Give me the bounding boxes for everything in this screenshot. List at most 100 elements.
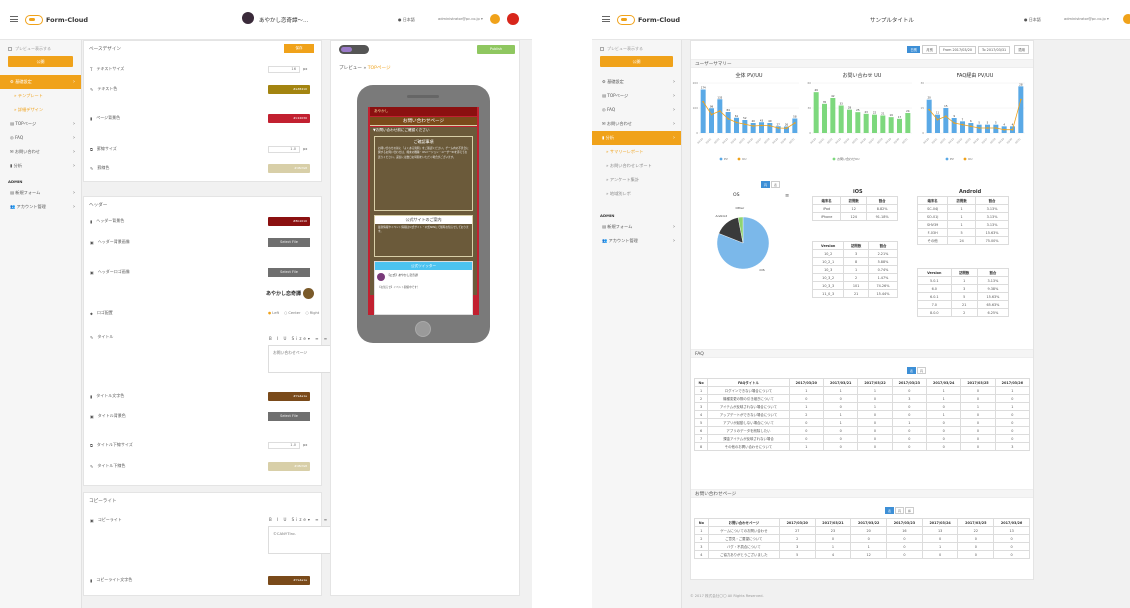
table-cell: 101 xyxy=(843,281,869,290)
app-logo[interactable]: Form-Cloud xyxy=(25,14,88,25)
sidebar-item-detail-design[interactable]: » 詳細デザイン xyxy=(0,103,81,117)
language-selector[interactable]: ● 日本語 xyxy=(1024,17,1041,23)
menu-toggle-icon[interactable] xyxy=(602,16,610,22)
table-view-tab[interactable]: 表 xyxy=(907,367,916,374)
table-cell: 1 xyxy=(857,386,893,395)
app-logo[interactable]: Form-Cloud xyxy=(617,14,680,25)
twitter-widget[interactable]: 公式ツイッター 【公式】あやかし恋奇譚 【お知らせ】イベント開催中です！ xyxy=(374,261,473,315)
monthly-tab[interactable]: 月別 xyxy=(922,45,937,54)
sidebar-item-new-form[interactable]: ▤ 新規フォーム › xyxy=(592,220,681,234)
sidebar-item-inquiry-report[interactable]: » お問い合わせレポート xyxy=(592,159,681,173)
base-design-card: ベースデザイン 保存 T テキストサイズ 16 px ✎ テキスト色 #a384… xyxy=(83,40,322,182)
table-cell: 0 xyxy=(788,394,825,403)
title-border-size-input[interactable]: 1.0 xyxy=(268,442,300,449)
bar-view-tab[interactable]: 棒 xyxy=(905,507,914,514)
bar xyxy=(888,117,894,133)
page-bg-color-picker[interactable]: #c22030 xyxy=(268,114,310,123)
apply-button[interactable]: 適用 xyxy=(1014,45,1029,54)
sidebar-item-region-report[interactable]: » 地域別レポ xyxy=(592,187,681,201)
title-border-color-picker[interactable]: #d8cfa8 xyxy=(268,462,310,471)
table-header-row: 端末名 訪問数 割合 xyxy=(811,196,898,205)
table-cell: 21 xyxy=(950,300,978,309)
bar xyxy=(717,99,723,133)
save-button[interactable]: 保存 xyxy=(284,44,314,53)
breadcrumb-root[interactable]: プレビュー xyxy=(339,66,362,71)
text-size-input[interactable]: 16 xyxy=(268,66,300,73)
field-label: タイトル背景色 xyxy=(97,413,126,418)
table-view-tab[interactable]: 表 xyxy=(771,181,780,188)
title-color-picker[interactable]: #7a4a1a xyxy=(268,392,310,401)
notification-icon[interactable] xyxy=(490,14,500,24)
table-row: SC-04J 1 3.13% xyxy=(916,204,1009,213)
publish-preview-button[interactable]: Publish xyxy=(477,45,515,54)
sidebar-item-faq[interactable]: ◎ FAQ › xyxy=(592,103,681,117)
header-bg-file-button[interactable]: Select File xyxy=(268,238,310,247)
line-point xyxy=(752,125,755,127)
user-menu[interactable]: administrator@pc.co.jp ▾ xyxy=(438,17,483,21)
x-tick-label: 03/23 xyxy=(948,137,955,144)
logo-emblem-icon xyxy=(303,288,315,299)
chat-icon[interactable] xyxy=(507,13,519,25)
x-tick-label: 03/26 xyxy=(747,137,754,144)
text-color-picker[interactable]: #a38410 xyxy=(268,85,310,94)
notification-icon[interactable] xyxy=(1123,14,1130,24)
logo-align-radio-group: ● Left ○ Center ○ Right xyxy=(268,311,319,315)
from-field[interactable]: From 2017/03/20 xyxy=(938,45,977,54)
daily-tab[interactable]: 日別 xyxy=(907,46,921,53)
to-field[interactable]: To 2017/03/31 xyxy=(978,45,1011,54)
sidebar-item-new-form[interactable]: ▤ 新規フォーム › xyxy=(0,186,81,200)
table-view-tab[interactable]: 表 xyxy=(885,507,894,514)
preview-toggle[interactable]: プレビュー表示する xyxy=(8,46,73,52)
sidebar-item-faq[interactable]: ◎ FAQ › xyxy=(0,131,81,145)
sidebar-item-accounts[interactable]: 👥 アカウント管理 › xyxy=(0,200,81,214)
header-bg-color-picker[interactable]: #8b1010 xyxy=(268,217,310,226)
pie-view-tab[interactable]: 円 xyxy=(895,507,904,514)
menu-toggle-icon[interactable] xyxy=(10,16,18,22)
table-row: 8 その他のお問い合わせについて 1 0 0 0 0 0 3 xyxy=(693,442,1031,451)
preview-toggle[interactable]: プレビュー表示する xyxy=(600,46,673,52)
sidebar-item-analytics[interactable]: ▮ 分析 › xyxy=(0,159,81,173)
legend-marker xyxy=(963,157,967,161)
align-left-radio[interactable]: ● Left xyxy=(268,311,279,315)
device-toggle[interactable] xyxy=(339,45,369,54)
sidebar-item-accounts[interactable]: 👥 アカウント管理 › xyxy=(592,234,681,248)
align-right-radio[interactable]: ○ Right xyxy=(305,311,319,315)
table-cell: 0 xyxy=(921,534,959,543)
table-cell: アップデートができない場合について xyxy=(707,410,790,419)
sidebar-item-top-page[interactable]: ▤ TOPページ › xyxy=(0,117,81,131)
sidebar-item-basic-settings[interactable]: ⚙ 基礎設定 › xyxy=(592,75,681,89)
align-center-radio[interactable]: ○ Center xyxy=(284,311,300,315)
bar xyxy=(943,108,949,133)
title-bg-file-button[interactable]: Select File xyxy=(268,412,310,421)
sidebar-item-template[interactable]: » テンプレート xyxy=(0,89,81,103)
x-tick-label: 03/31 xyxy=(902,137,909,144)
publish-button[interactable]: 公開 xyxy=(8,56,73,67)
sidebar-item-survey[interactable]: » アンケート集計 xyxy=(592,173,681,187)
border-color-picker[interactable]: #d8cfa8 xyxy=(268,164,310,173)
copyright-color-picker[interactable]: #7a4a1a xyxy=(268,576,310,585)
phone-speaker xyxy=(407,95,439,98)
table-cell: 0 xyxy=(925,418,962,427)
sidebar-item-contact[interactable]: ✉ お問い合わせ › xyxy=(0,145,81,159)
table-cell: 1 xyxy=(814,542,852,551)
data-label: 35 xyxy=(823,100,827,104)
pie-view-tab[interactable]: 円 xyxy=(761,181,770,188)
sidebar-item-analytics[interactable]: ▮ 分析 › xyxy=(592,131,681,145)
border-size-input[interactable]: 1.0 xyxy=(268,146,300,153)
table-cell: 0 xyxy=(891,402,928,411)
editor-toolbar[interactable]: B I U Size▾ ≡ ≡ ≡ xyxy=(269,517,338,522)
box-title: 公式サイトのご案内 xyxy=(375,216,472,224)
pie-view-tab[interactable]: 円 xyxy=(917,367,926,374)
editor-toolbar[interactable]: B I U Size▾ ≡ ≡ ≡ xyxy=(269,336,338,341)
sidebar-item-label: 新規フォーム xyxy=(607,224,633,229)
header-logo-file-button[interactable]: Select File xyxy=(268,268,310,277)
publish-button[interactable]: 公開 xyxy=(600,56,673,67)
sidebar-item-contact[interactable]: ✉ お問い合わせ › xyxy=(592,117,681,131)
user-menu[interactable]: administrator@pc.co.jp ▾ xyxy=(1064,17,1109,21)
sidebar-item-top-page[interactable]: ▤ TOPページ › xyxy=(592,89,681,103)
language-selector[interactable]: ● 日本語 xyxy=(398,17,415,23)
sidebar-item-summary-report[interactable]: » サマリーレポート xyxy=(592,145,681,159)
sidebar-item-label: FAQ xyxy=(607,107,616,112)
table-cell: 0 xyxy=(993,534,1030,543)
sidebar-item-basic-settings[interactable]: ⚙ 基礎設定 › xyxy=(0,75,81,89)
